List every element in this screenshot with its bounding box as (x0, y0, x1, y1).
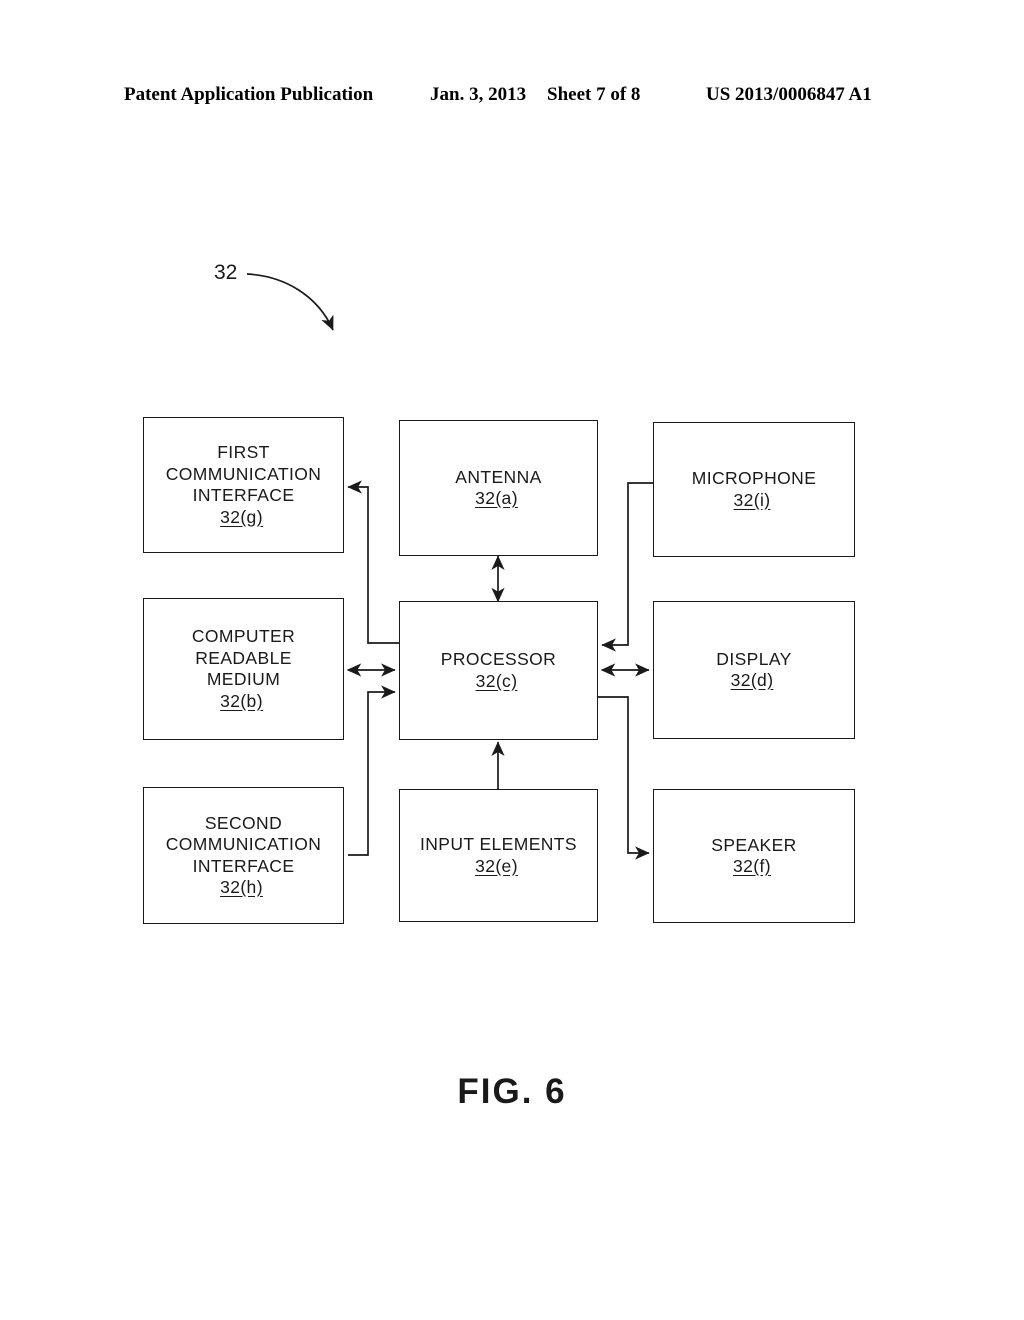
block-processor[interactable]: PROCESSOR 32(c) (399, 601, 598, 740)
block-reference-number: 32(f) (733, 856, 771, 876)
block-label: SECOND COMMUNICATION INTERFACE (165, 812, 322, 876)
block-second-communication-interface[interactable]: SECOND COMMUNICATION INTERFACE 32(h) (143, 787, 344, 924)
block-label: ANTENNA (455, 466, 542, 487)
block-label: INPUT ELEMENTS (420, 834, 577, 854)
figure-caption: FIG. 6 (457, 1072, 567, 1111)
block-reference-number: 32(e) (475, 855, 518, 876)
block-reference-number: 32(c) (475, 670, 518, 691)
block-label: SPEAKER (711, 834, 797, 855)
callout-label-32: 32 (214, 261, 238, 284)
block-reference-number: 32(g) (220, 506, 263, 527)
block-label: DISPLAY (716, 648, 792, 669)
block-reference-number: 32(b) (220, 690, 263, 711)
block-input-elements[interactable]: INPUT ELEMENTS 32(e) (399, 789, 598, 922)
block-display[interactable]: DISPLAY 32(d) (653, 601, 855, 739)
callout-leader-arrow (246, 273, 334, 331)
block-reference-number: 32(i) (733, 489, 771, 510)
block-computer-readable-medium[interactable]: COMPUTER READABLE MEDIUM 32(b) (143, 598, 344, 740)
wire-second-comm-processor (348, 685, 396, 856)
block-microphone[interactable]: MICROPHONE 32(i) (653, 422, 855, 557)
block-speaker[interactable]: SPEAKER 32(f) (653, 789, 855, 923)
block-label: MICROPHONE (691, 468, 817, 488)
block-label: COMPUTER READABLE MEDIUM (191, 626, 296, 689)
block-reference-number: 32(a) (475, 488, 518, 508)
wire-processor-speaker (598, 696, 650, 860)
block-label: PROCESSOR (440, 649, 557, 669)
block-diagram: 32 FIRST COMMUNICATION INTERFACE 32(g) A… (0, 0, 1024, 1320)
wire-microphone-processor (601, 482, 653, 652)
block-antenna[interactable]: ANTENNA 32(a) (399, 420, 598, 556)
block-first-communication-interface[interactable]: FIRST COMMUNICATION INTERFACE 32(g) (143, 417, 344, 553)
block-label: FIRST COMMUNICATION INTERFACE (165, 442, 322, 505)
wire-processor-first-comm (347, 480, 399, 644)
block-reference-number: 32(d) (730, 670, 774, 690)
block-reference-number: 32(h) (220, 877, 263, 897)
